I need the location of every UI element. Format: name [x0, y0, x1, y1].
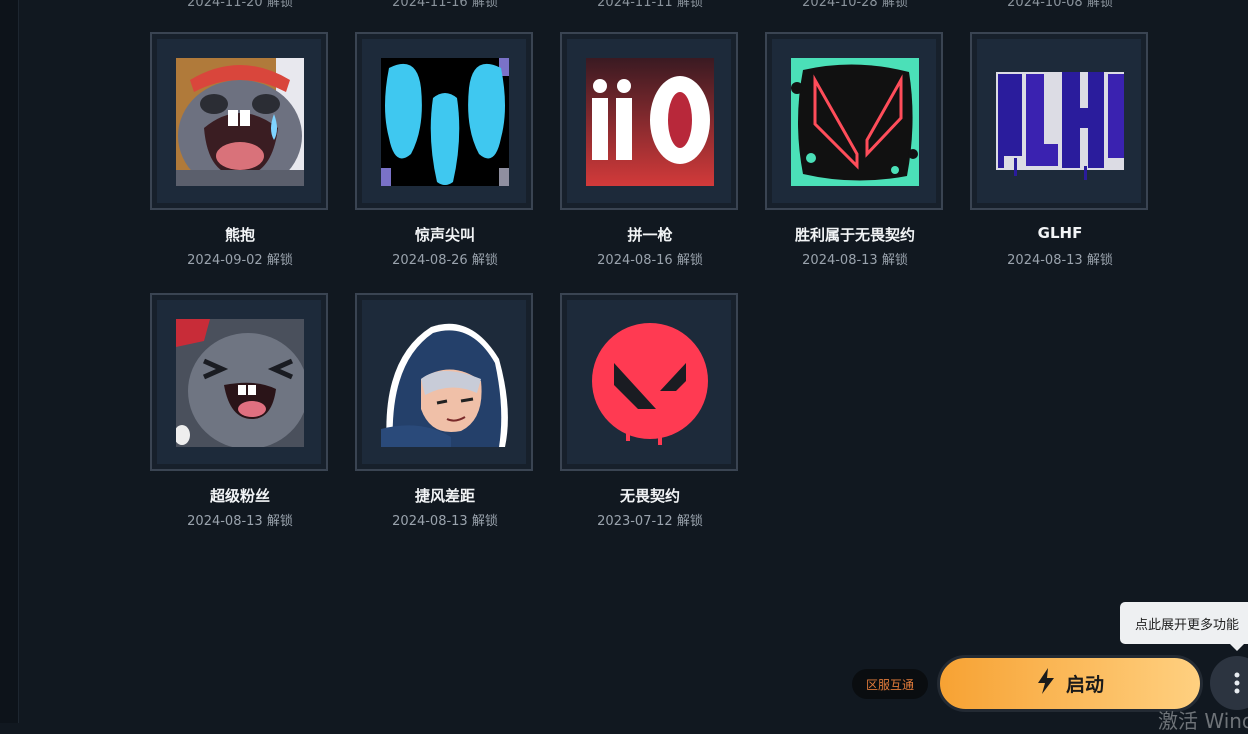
unlock-date: 2024-08-13 解锁 — [392, 514, 498, 529]
launch-button[interactable]: 启动 — [937, 655, 1203, 712]
spray-card[interactable] — [355, 32, 533, 210]
ghost-face-spray-icon — [381, 58, 509, 186]
launch-label: 启动 — [1065, 674, 1104, 696]
spray-name: GLHF — [1037, 224, 1083, 242]
unlock-date: 2024-09-02 解锁 — [187, 253, 293, 268]
top-row-date: 2024-10-08 解锁 — [1007, 0, 1113, 10]
spray-name: 惊声尖叫 — [414, 226, 475, 244]
jett-hood-spray-icon — [381, 319, 509, 447]
spray-name: 捷风差距 — [414, 487, 475, 505]
top-row-date: 2024-11-11 解锁 — [597, 0, 703, 10]
tooltip-arrow — [1230, 644, 1244, 651]
unlock-date: 2024-08-13 解锁 — [1007, 253, 1113, 268]
valorant-logo-spray-icon — [586, 319, 714, 447]
glhf-graffiti-spray-icon — [996, 58, 1124, 186]
top-row-date: 2024-11-20 解锁 — [187, 0, 293, 10]
left-rail — [0, 0, 19, 723]
spray-card[interactable] — [560, 293, 738, 471]
more-features-tooltip: 点此展开更多功能 — [1120, 602, 1248, 644]
top-row-date: 2024-11-16 解锁 — [392, 0, 498, 10]
unlock-date: 2024-08-16 解锁 — [597, 253, 703, 268]
spray-card[interactable] — [150, 293, 328, 471]
unlock-date: 2024-08-13 解锁 — [802, 253, 908, 268]
spray-name: 熊抱 — [224, 226, 255, 244]
spray-card[interactable] — [355, 293, 533, 471]
spray-card[interactable] — [765, 32, 943, 210]
ii0-text-spray-icon — [586, 58, 714, 186]
unlock-date: 2024-08-26 解锁 — [392, 253, 498, 268]
more-vertical-icon[interactable] — [1210, 656, 1248, 710]
lightning-icon — [1036, 668, 1056, 699]
top-row-date: 2024-10-28 解锁 — [802, 0, 908, 10]
valorant-splash-spray-icon — [791, 58, 919, 186]
region-interop-badge[interactable]: 区服互通 — [852, 669, 928, 699]
spray-card[interactable] — [560, 32, 738, 210]
spray-card[interactable] — [150, 32, 328, 210]
spray-name: 拼一枪 — [627, 226, 673, 244]
spray-name: 无畏契约 — [619, 487, 680, 505]
unlock-date: 2023-07-12 解锁 — [597, 514, 703, 529]
spray-name: 胜利属于无畏契约 — [794, 226, 915, 244]
crying-mole-spray-icon — [176, 58, 304, 186]
unlock-date: 2024-08-13 解锁 — [187, 514, 293, 529]
spray-card[interactable] — [970, 32, 1148, 210]
happy-mole-spray-icon — [176, 319, 304, 447]
windows-activation-watermark: 激活 Windows — [1158, 709, 1248, 733]
spray-name: 超级粉丝 — [209, 487, 270, 505]
